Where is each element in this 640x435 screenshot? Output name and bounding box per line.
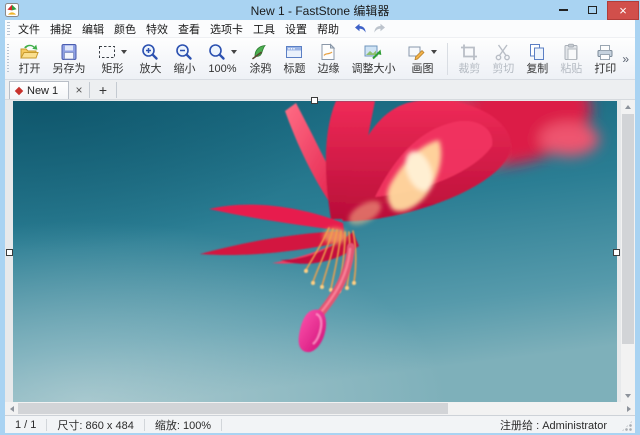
toolbar-button-title[interactable]: 标题 [277, 40, 311, 78]
minimize-button[interactable] [549, 1, 578, 20]
open-folder-icon [20, 44, 40, 58]
status-page-indicator: 1 / 1 [15, 418, 37, 431]
toolbar-button-print[interactable]: 打印 [588, 40, 622, 78]
titlebar: New 1 - FastStone 编辑器 × [0, 0, 640, 20]
menubar: 文件 捕捉 编辑 颜色 特效 查看 选项卡 工具 设置 帮助 [5, 20, 635, 38]
flower-photo [13, 101, 617, 402]
new-tab-button[interactable]: + [92, 81, 114, 99]
doodle-brush-icon [252, 44, 267, 59]
zoom-actual-icon [209, 43, 226, 60]
window-resize-grip[interactable] [621, 420, 633, 432]
draw-dropdown-icon[interactable] [431, 49, 438, 54]
toolbar-button-open[interactable]: 打开 [12, 40, 46, 78]
tab-modified-diamond-icon [14, 86, 24, 95]
close-button[interactable]: × [607, 0, 639, 20]
edge-page-icon [321, 42, 336, 60]
undo-redo-group [352, 22, 388, 35]
toolbar-button-paste: 粘贴 [554, 40, 588, 78]
toolbar-button-edge[interactable]: 边缘 [311, 40, 345, 78]
menubar-grip [7, 21, 10, 36]
toolbar-button-resize[interactable]: 调整大小 [345, 40, 401, 78]
resize-handle-top[interactable] [311, 97, 318, 104]
statusbar-separator [221, 418, 223, 431]
statusbar: 1 / 1 尺寸: 860 x 484 缩放: 100% 注册给 : Admin… [5, 415, 635, 433]
menu-capture[interactable]: 捕捉 [45, 21, 77, 37]
tabbar-separator [116, 81, 117, 98]
menu-colors[interactable]: 颜色 [109, 21, 141, 37]
vertical-scrollbar[interactable] [621, 100, 635, 402]
zoom-level-dropdown-icon[interactable] [231, 49, 238, 54]
horizontal-scrollbar[interactable] [5, 402, 635, 415]
save-floppy-icon [61, 43, 77, 60]
horizontal-scrollbar-thumb[interactable] [18, 403, 448, 414]
toolbar-overflow-chevron[interactable]: » [622, 52, 629, 66]
scroll-left-arrow-icon[interactable] [5, 402, 18, 415]
menu-settings[interactable]: 设置 [280, 21, 312, 37]
tab-close-icon: × [75, 83, 83, 97]
window-title: New 1 - FastStone 编辑器 [250, 3, 390, 18]
toolbar-separator [447, 42, 449, 75]
menu-effects[interactable]: 特效 [141, 21, 173, 37]
faststone-app-icon [5, 3, 19, 17]
toolbar-button-crop: 裁剪 [452, 40, 486, 78]
draw-pencil-icon [408, 46, 425, 60]
window-controls: × [549, 0, 640, 20]
status-image-size: 尺寸: 860 x 484 [57, 419, 134, 432]
status-registered-to: 注册给 : Administrator [500, 419, 607, 432]
app-window: New 1 - FastStone 编辑器 × 文件 捕捉 编辑 颜色 特效 查… [0, 0, 640, 435]
copy-pages-icon [530, 43, 545, 60]
toolbar-button-draw[interactable]: 画图 [401, 40, 443, 78]
image-canvas[interactable] [13, 101, 617, 402]
resize-image-icon [364, 45, 382, 59]
toolbar-button-zoom-out[interactable]: 缩小 [167, 40, 201, 78]
maximize-icon [588, 6, 597, 14]
tabbar: New 1 × + [5, 80, 635, 100]
scroll-up-arrow-icon[interactable] [621, 100, 635, 113]
crop-icon [461, 44, 478, 60]
zoom-out-icon [176, 43, 193, 60]
status-zoom-level: 缩放: 100% [154, 419, 212, 432]
resize-handle-right[interactable] [613, 249, 620, 256]
cut-scissors-icon [495, 44, 511, 60]
window-content: 文件 捕捉 编辑 颜色 特效 查看 选项卡 工具 设置 帮助 打开 另存为 矩形… [5, 20, 635, 433]
tabbar-separator [89, 81, 90, 98]
toolbar-button-rect-select[interactable]: 矩形 [91, 40, 133, 78]
maximize-button[interactable] [578, 1, 607, 20]
toolbar-button-cut: 剪切 [486, 40, 520, 78]
toolbar-button-zoom-in[interactable]: 放大 [133, 40, 167, 78]
toolbar-button-save-as[interactable]: 另存为 [46, 40, 91, 78]
tab-new1[interactable]: New 1 [9, 81, 69, 99]
menu-edit[interactable]: 编辑 [77, 21, 109, 37]
canvas-area [5, 97, 635, 415]
redo-icon [374, 23, 385, 33]
toolbar-button-zoom-100[interactable]: 100% [201, 40, 243, 78]
rect-select-dropdown-icon[interactable] [121, 49, 128, 54]
print-icon [597, 44, 613, 60]
minimize-icon [559, 9, 568, 11]
menu-file[interactable]: 文件 [13, 21, 45, 37]
tab-close-button[interactable]: × [71, 81, 87, 99]
scroll-down-arrow-icon[interactable] [621, 389, 635, 402]
vertical-scrollbar-thumb[interactable] [622, 114, 634, 344]
toolbar: 打开 另存为 矩形 放大 缩小 100% 涂鸦 标题 边缘 调整大小 画图 裁剪… [5, 38, 635, 80]
rect-select-icon [99, 45, 116, 58]
close-icon: × [619, 2, 627, 18]
menu-view[interactable]: 查看 [173, 21, 205, 37]
menu-tools[interactable]: 工具 [248, 21, 280, 37]
menu-tabs[interactable]: 选项卡 [205, 21, 248, 37]
undo-icon[interactable] [352, 22, 367, 35]
tab-label: New 1 [27, 84, 59, 97]
zoom-in-icon [142, 43, 159, 60]
toolbar-button-doodle[interactable]: 涂鸦 [243, 40, 277, 78]
resize-handle-left[interactable] [6, 249, 13, 256]
title-window-icon [286, 45, 303, 58]
scroll-right-arrow-icon[interactable] [622, 402, 635, 415]
menu-help[interactable]: 帮助 [312, 21, 344, 37]
plus-icon: + [98, 82, 108, 98]
toolbar-grip [7, 43, 10, 74]
toolbar-button-copy[interactable]: 复制 [520, 40, 554, 78]
paste-clipboard-icon [564, 43, 578, 60]
